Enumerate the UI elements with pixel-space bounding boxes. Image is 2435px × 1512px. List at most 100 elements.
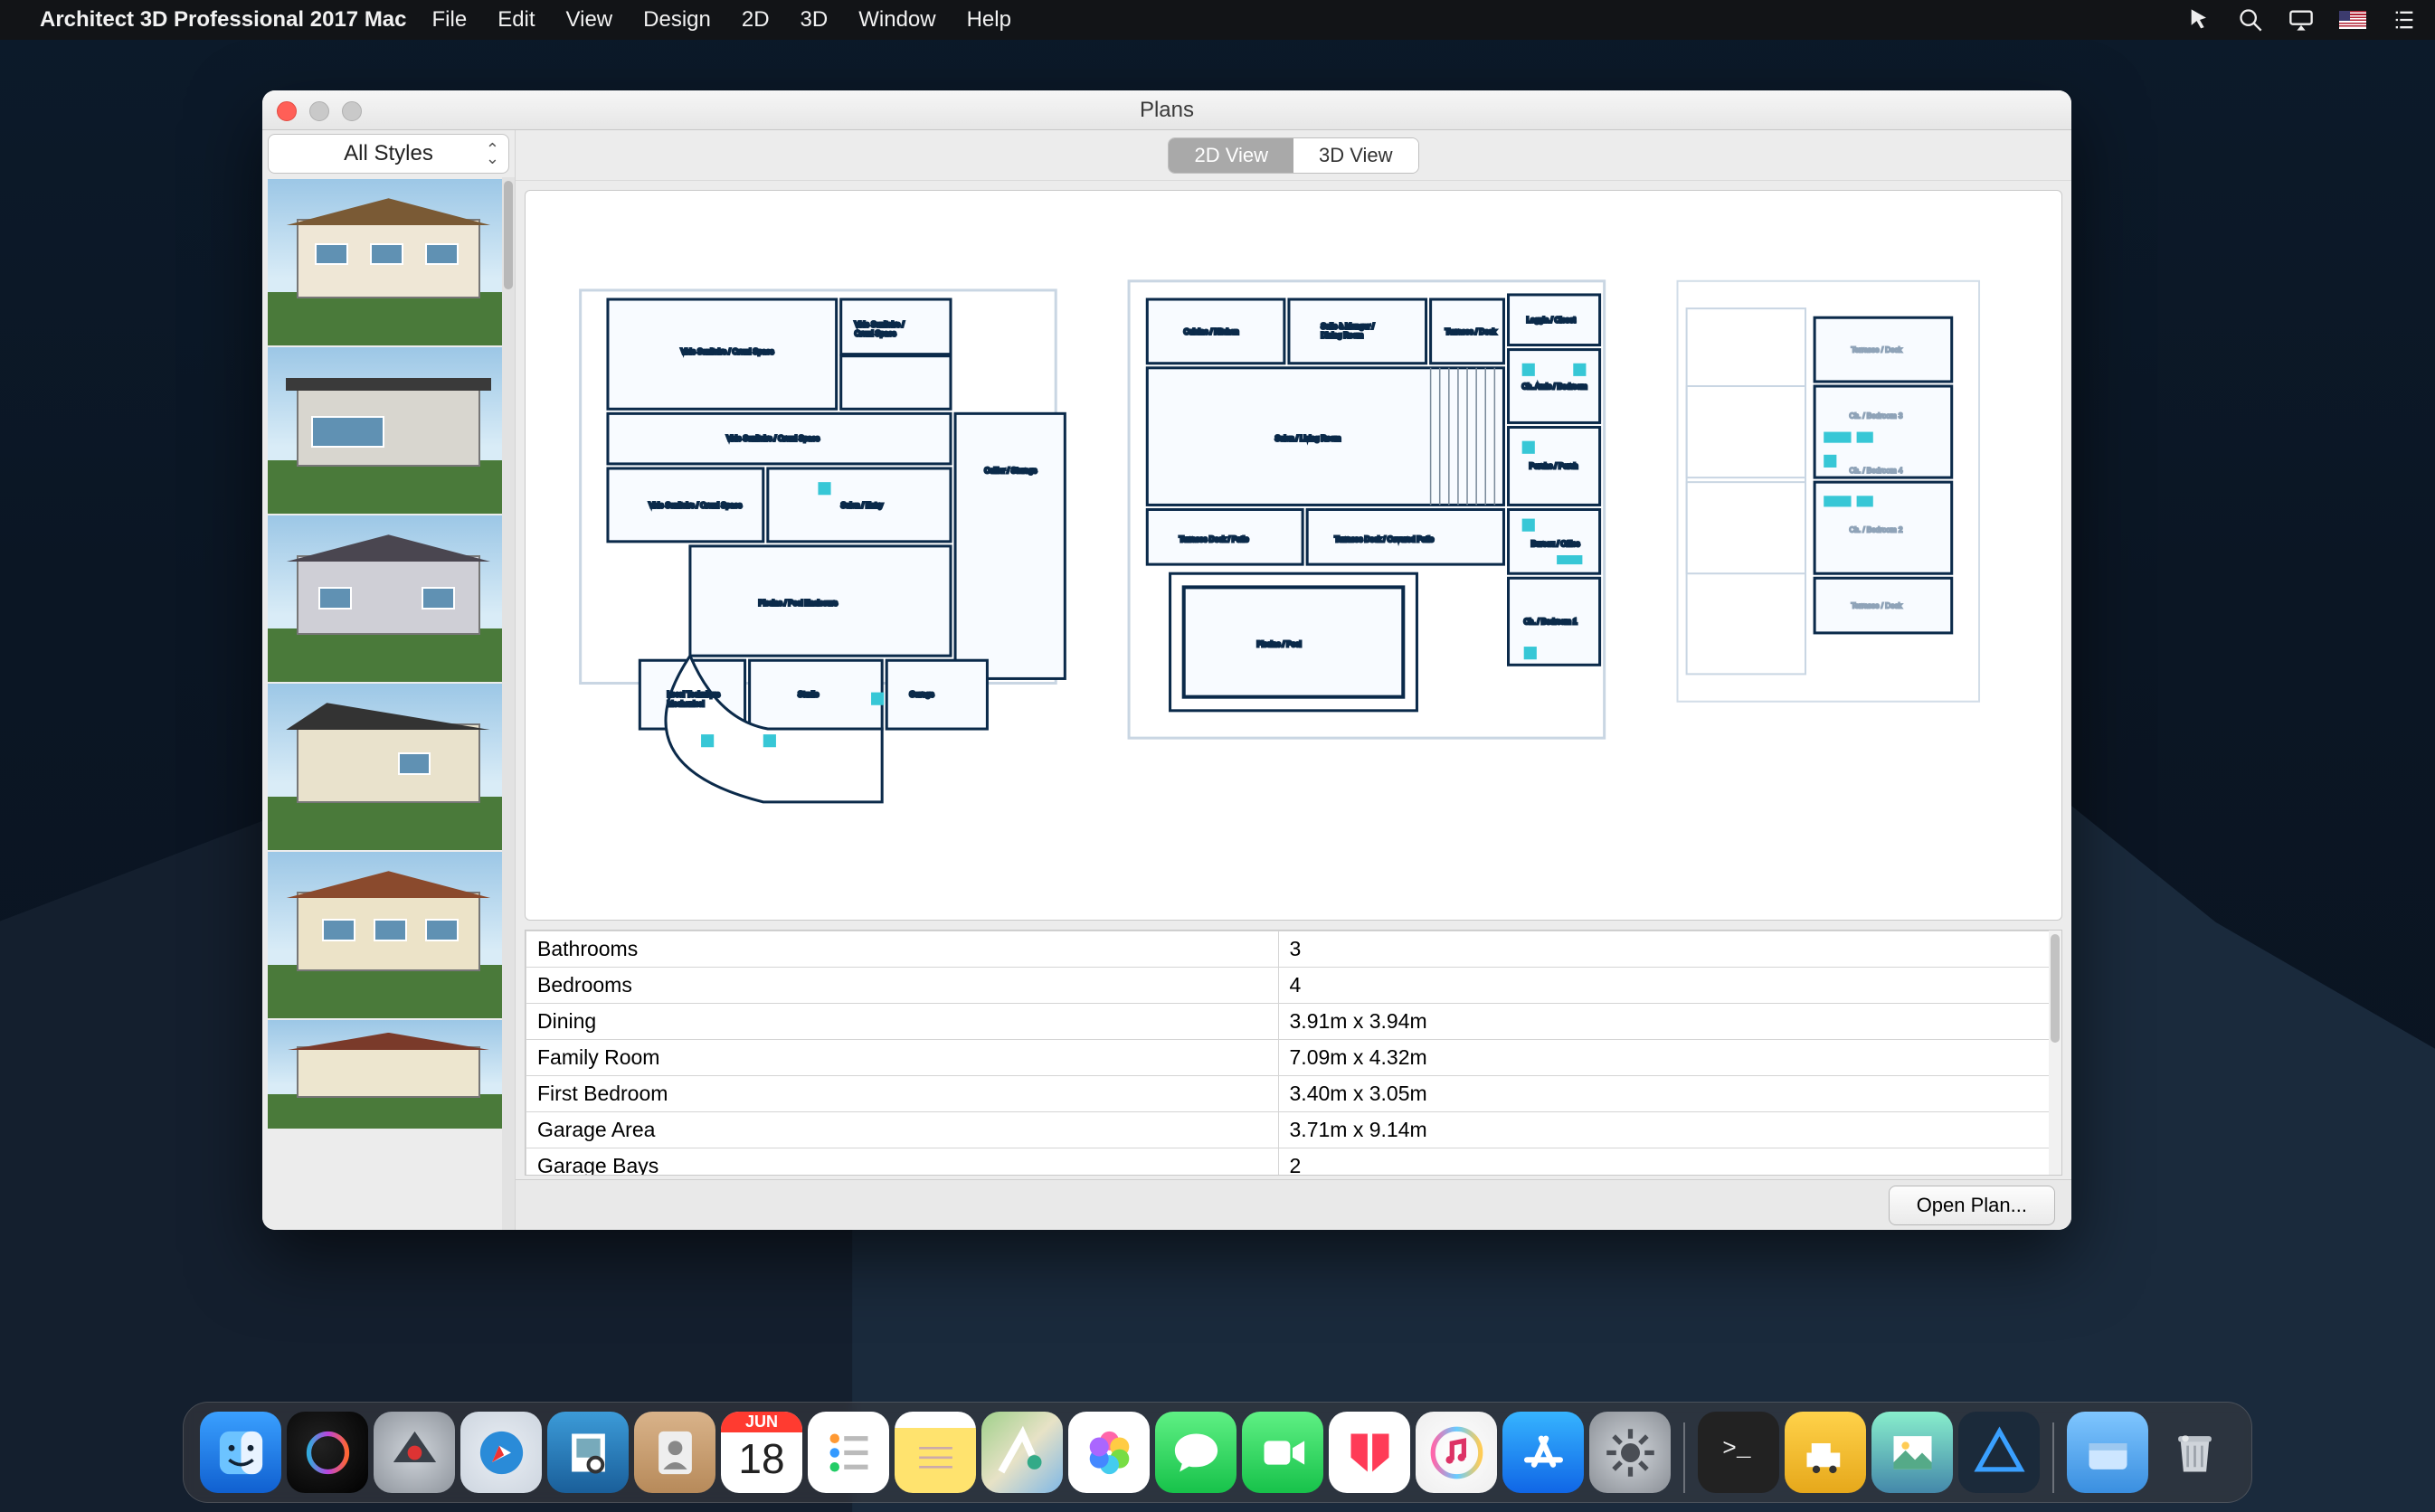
menu-view[interactable]: View xyxy=(566,7,613,33)
menu-3d[interactable]: 3D xyxy=(801,7,829,33)
dock-messages-icon[interactable] xyxy=(1155,1412,1236,1493)
svg-text:Ch. / Bedroom 2: Ch. / Bedroom 2 xyxy=(1850,526,1903,534)
plan-main: 2D View 3D View xyxy=(516,130,2071,1230)
dock-preferences-icon[interactable] xyxy=(1589,1412,1671,1493)
prop-value: 3.91m x 3.94m xyxy=(1278,1004,2061,1040)
dock-siri-icon[interactable] xyxy=(287,1412,368,1493)
dock-finder-icon[interactable] xyxy=(200,1412,281,1493)
zoom-button[interactable] xyxy=(342,101,362,121)
svg-text:Piscine / Pool: Piscine / Pool xyxy=(1257,640,1302,648)
svg-text:Mechanical: Mechanical xyxy=(668,700,705,708)
style-filter-label: All Styles xyxy=(344,141,433,166)
properties-scrollbar[interactable] xyxy=(2049,931,2061,1175)
dock-trash-icon[interactable] xyxy=(2154,1412,2235,1493)
dock-facetime-icon[interactable] xyxy=(1242,1412,1323,1493)
dock-notes-icon[interactable] xyxy=(895,1412,976,1493)
svg-text:Crawl Space: Crawl Space xyxy=(855,329,896,337)
svg-text:Terrasse / Deck: Terrasse / Deck xyxy=(1852,602,1903,610)
airplay-icon[interactable] xyxy=(2288,7,2314,33)
plan-thumbnail[interactable] xyxy=(268,515,509,682)
dock-maps-icon[interactable] xyxy=(981,1412,1063,1493)
list-icon[interactable] xyxy=(2392,7,2417,33)
tab-3d-view[interactable]: 3D View xyxy=(1293,138,1418,173)
dock-contacts-icon[interactable] xyxy=(634,1412,715,1493)
prop-value: 3 xyxy=(1278,931,2061,968)
dock-downloads-icon[interactable] xyxy=(2067,1412,2148,1493)
menu-help[interactable]: Help xyxy=(967,7,1011,33)
svg-text:Terrasse Deck / Covered Patio: Terrasse Deck / Covered Patio xyxy=(1334,535,1434,543)
dock-preview-icon[interactable] xyxy=(547,1412,629,1493)
plan-thumbnail[interactable] xyxy=(268,684,509,850)
prop-value: 7.09m x 4.32m xyxy=(1278,1040,2061,1076)
menu-design[interactable]: Design xyxy=(643,7,711,33)
svg-text:Vide Sanitaire / Crawl Space: Vide Sanitaire / Crawl Space xyxy=(726,435,820,443)
svg-text:Piscine / Pool Enclosure: Piscine / Pool Enclosure xyxy=(759,600,839,608)
dock-transmit-icon[interactable] xyxy=(1785,1412,1866,1493)
dock-terminal-icon[interactable]: >_ xyxy=(1698,1412,1779,1493)
plans-sidebar: All Styles ⌃⌄ xyxy=(262,130,516,1230)
dock-itunes-icon[interactable] xyxy=(1416,1412,1497,1493)
svg-text:Cuisine / Kitchen: Cuisine / Kitchen xyxy=(1184,327,1239,335)
app-name[interactable]: Architect 3D Professional 2017 Mac xyxy=(40,7,407,33)
svg-text:Salon / Living Room: Salon / Living Room xyxy=(1275,435,1341,443)
calendar-day: 18 xyxy=(721,1434,802,1483)
dock-affinity-icon[interactable] xyxy=(1958,1412,2040,1493)
cursor-icon[interactable] xyxy=(2187,7,2212,33)
plan-thumbnail[interactable] xyxy=(268,347,509,514)
dock-calendar-icon[interactable]: JUN 18 xyxy=(721,1412,802,1493)
svg-text:Loggia / Closet: Loggia / Closet xyxy=(1527,316,1577,324)
svg-text:Bureau / Office: Bureau / Office xyxy=(1531,540,1580,548)
open-plan-button[interactable]: Open Plan... xyxy=(1889,1186,2055,1225)
menu-window[interactable]: Window xyxy=(858,7,935,33)
plan-thumbnail[interactable] xyxy=(268,1020,509,1129)
svg-text:Terrasse / Deck: Terrasse / Deck xyxy=(1445,327,1497,335)
svg-text:Dining Room: Dining Room xyxy=(1321,331,1363,339)
dock-safari-icon[interactable] xyxy=(460,1412,542,1493)
dock-news-icon[interactable] xyxy=(1329,1412,1410,1493)
svg-text:Ch. Amis / Bedroom: Ch. Amis / Bedroom xyxy=(1522,383,1587,391)
plan-properties-table[interactable]: Bathrooms3 Bedrooms4 Dining3.91m x 3.94m… xyxy=(525,930,2062,1176)
floor-plan-canvas[interactable]: Vide Sanitaire / Crawl Space Vide Sanita… xyxy=(525,190,2062,921)
titlebar[interactable]: Plans xyxy=(262,90,2071,130)
dock-reminders-icon[interactable] xyxy=(808,1412,889,1493)
svg-text:Terrasse Deck / Patio: Terrasse Deck / Patio xyxy=(1180,535,1249,543)
svg-text:Ch. / Bedroom 3: Ch. / Bedroom 3 xyxy=(1850,411,1903,420)
prop-label: Bedrooms xyxy=(526,968,1279,1004)
prop-value: 2 xyxy=(1278,1148,2061,1177)
table-row: Dining3.91m x 3.94m xyxy=(526,1004,2061,1040)
window-footer: Open Plan... xyxy=(516,1179,2071,1230)
calendar-month: JUN xyxy=(721,1412,802,1432)
svg-text:Terrasse / Deck: Terrasse / Deck xyxy=(1852,346,1903,354)
menu-file[interactable]: File xyxy=(432,7,468,33)
plan-thumbnail-list[interactable] xyxy=(262,177,515,1230)
table-row: Bedrooms4 xyxy=(526,968,2061,1004)
svg-text:Garage: Garage xyxy=(910,691,934,699)
table-row: Family Room7.09m x 4.32m xyxy=(526,1040,2061,1076)
plan-thumbnail[interactable] xyxy=(268,179,509,345)
dock: JUN 18 >_ xyxy=(183,1402,2252,1503)
sidebar-scrollbar[interactable] xyxy=(502,177,515,1230)
svg-text:Cellier / Storage: Cellier / Storage xyxy=(984,467,1037,475)
close-button[interactable] xyxy=(277,101,297,121)
prop-label: Garage Bays xyxy=(526,1148,1279,1177)
window-title: Plans xyxy=(1140,98,1194,123)
table-row: Bathrooms3 xyxy=(526,931,2061,968)
dock-launchpad-icon[interactable] xyxy=(374,1412,455,1493)
dock-photos-icon[interactable] xyxy=(1068,1412,1150,1493)
prop-label: Bathrooms xyxy=(526,931,1279,968)
style-filter-select[interactable]: All Styles ⌃⌄ xyxy=(268,134,509,174)
menu-edit[interactable]: Edit xyxy=(497,7,535,33)
tab-2d-view[interactable]: 2D View xyxy=(1169,138,1293,173)
menu-2d[interactable]: 2D xyxy=(742,7,770,33)
svg-text:Ch. / Bedroom 1: Ch. / Bedroom 1 xyxy=(1524,618,1578,626)
dock-imageviewer-icon[interactable] xyxy=(1871,1412,1953,1493)
view-mode-segment: 2D View 3D View xyxy=(1168,137,1418,174)
dock-appstore-icon[interactable] xyxy=(1502,1412,1584,1493)
plan-thumbnail[interactable] xyxy=(268,852,509,1018)
minimize-button[interactable] xyxy=(309,101,329,121)
prop-value: 3.71m x 9.14m xyxy=(1278,1112,2061,1148)
prop-value: 3.40m x 3.05m xyxy=(1278,1076,2061,1112)
input-source-flag-icon[interactable] xyxy=(2339,11,2366,29)
plans-window: Plans All Styles ⌃⌄ xyxy=(262,90,2071,1230)
search-icon[interactable] xyxy=(2238,7,2263,33)
